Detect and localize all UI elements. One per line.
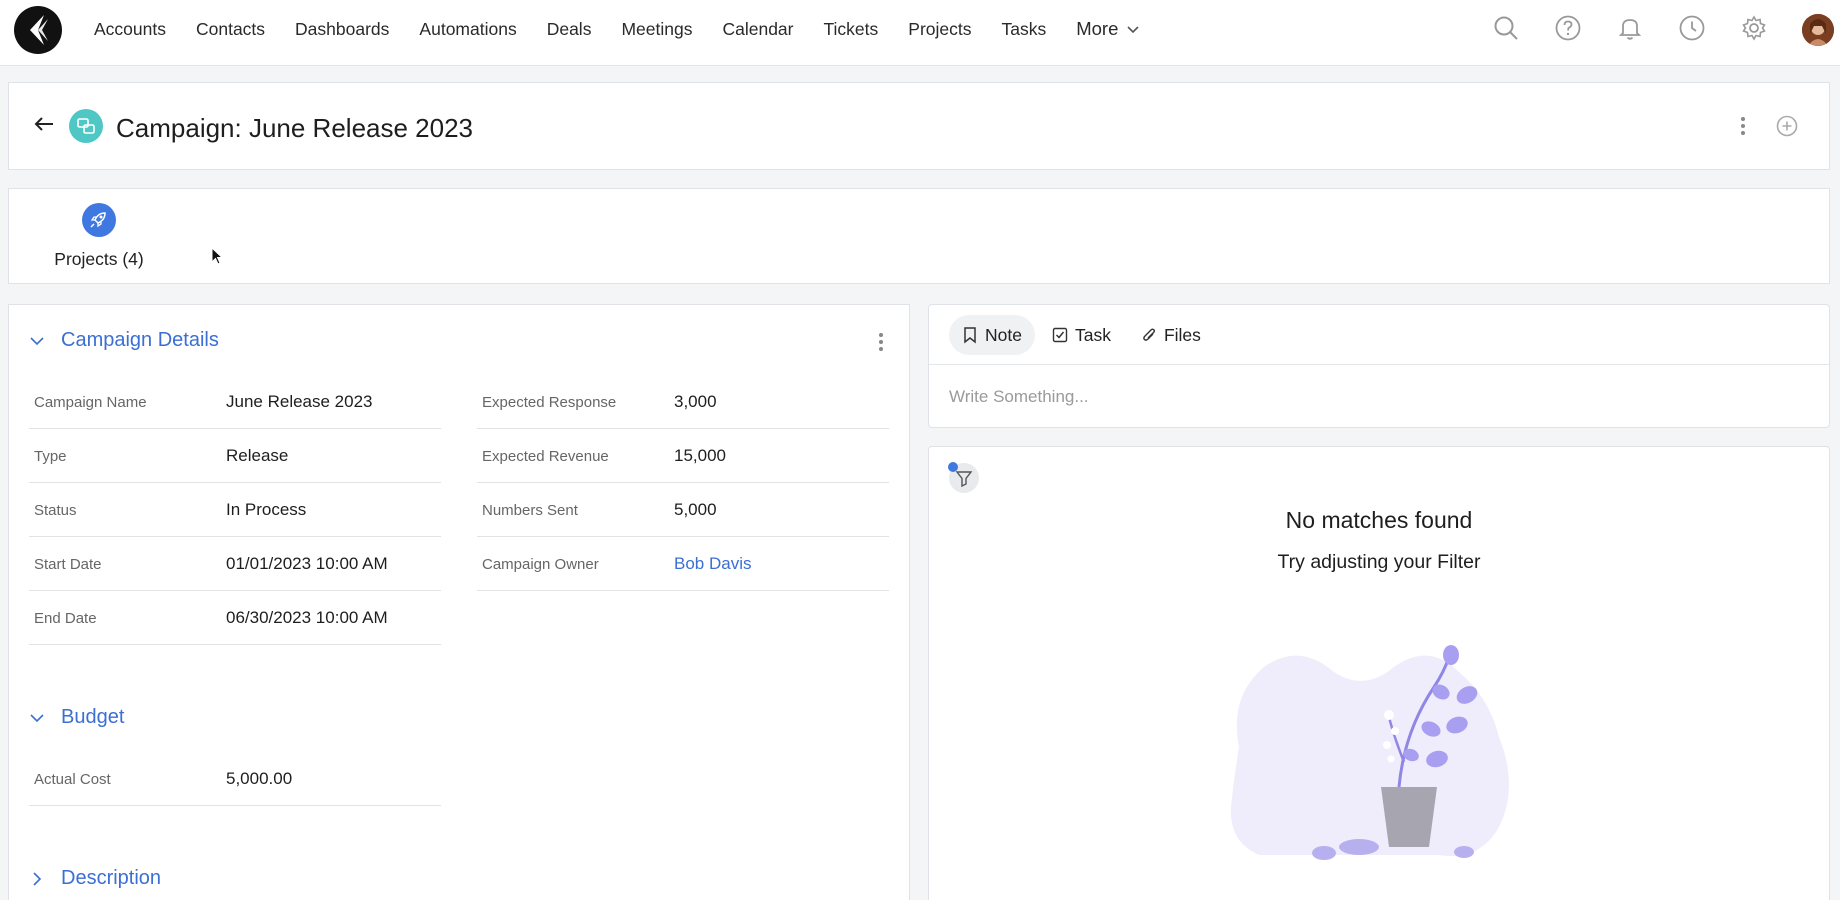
bell-icon[interactable] <box>1614 12 1646 44</box>
details-more-options-icon[interactable] <box>871 329 891 355</box>
field-value: In Process <box>226 500 307 519</box>
help-icon[interactable] <box>1552 12 1584 44</box>
field-value: 3,000 <box>674 392 717 411</box>
field-value: 15,000 <box>674 446 726 465</box>
field-label: Start Date <box>34 556 102 573</box>
nav-item-accounts[interactable]: Accounts <box>94 19 166 40</box>
field-campaign-name[interactable]: Campaign Name June Release 2023 <box>29 375 441 429</box>
mouse-cursor-icon <box>211 247 224 265</box>
nav-item-dashboards[interactable]: Dashboards <box>295 19 389 40</box>
empty-state-subtitle: Try adjusting your Filter <box>1277 551 1481 573</box>
composer-divider <box>929 364 1829 365</box>
record-header: Campaign: June Release 2023 <box>8 82 1830 170</box>
bookmark-icon <box>964 327 976 344</box>
nav-item-automations[interactable]: Automations <box>419 19 516 40</box>
field-label: End Date <box>34 610 97 627</box>
nav-icon-group <box>1490 12 1800 44</box>
top-navigation: Accounts Contacts Dashboards Automations… <box>0 0 1840 66</box>
chevron-down-icon <box>30 713 44 722</box>
nav-item-tickets[interactable]: Tickets <box>824 19 879 40</box>
nav-item-deals[interactable]: Deals <box>547 19 592 40</box>
field-status[interactable]: Status In Process <box>29 483 441 537</box>
tab-files-label: Files <box>1163 324 1201 345</box>
more-options-icon[interactable] <box>1733 113 1753 139</box>
nav-item-projects[interactable]: Projects <box>908 19 971 40</box>
field-label: Expected Revenue <box>482 448 609 465</box>
avatar-image <box>1802 14 1834 46</box>
description-section-toggle[interactable]: Description <box>27 867 161 890</box>
budget-section-toggle[interactable]: Budget <box>27 706 124 729</box>
clock-icon[interactable] <box>1676 12 1708 44</box>
tab-task[interactable]: Task <box>1039 315 1124 355</box>
campaign-owner-link[interactable]: Bob Davis <box>674 554 751 574</box>
nav-more-label: More <box>1076 18 1119 39</box>
plant-illustration <box>1230 645 1509 860</box>
tab-note-label: Note <box>985 324 1022 345</box>
field-label: Campaign Owner <box>482 556 599 573</box>
campaign-icon <box>69 109 103 143</box>
field-value: Release <box>226 446 289 465</box>
logo-arrow-icon <box>30 15 48 45</box>
activity-composer: Note Task Files <box>928 304 1830 428</box>
chevron-down-icon <box>1127 26 1139 34</box>
composer-tabs: Note Task Files <box>949 315 1218 355</box>
field-type[interactable]: Type Release <box>29 429 441 483</box>
field-numbers-sent[interactable]: Numbers Sent 5,000 <box>477 483 889 537</box>
field-label: Campaign Name <box>34 394 147 411</box>
related-projects-link[interactable]: Projects (4) <box>37 203 161 273</box>
user-avatar[interactable] <box>1802 14 1834 46</box>
add-circle-icon[interactable] <box>1774 113 1800 139</box>
field-start-date[interactable]: Start Date 01/01/2023 10:00 AM <box>29 537 441 591</box>
nav-more-menu[interactable]: More <box>1076 18 1140 40</box>
field-value: 06/30/2023 10:00 AM <box>226 608 388 627</box>
field-label: Type <box>34 448 67 465</box>
back-arrow-icon[interactable] <box>31 111 57 137</box>
page-title: Campaign: June Release 2023 <box>116 113 474 143</box>
field-actual-cost[interactable]: Actual Cost 5,000.00 <box>29 752 441 806</box>
nav-menu: Accounts Contacts Dashboards Automations… <box>94 0 1140 58</box>
tab-files[interactable]: Files <box>1128 315 1214 355</box>
field-value: June Release 2023 <box>226 392 373 411</box>
search-icon[interactable] <box>1490 12 1522 44</box>
nav-item-contacts[interactable]: Contacts <box>196 19 265 40</box>
field-end-date[interactable]: End Date 06/30/2023 10:00 AM <box>29 591 441 645</box>
field-expected-revenue[interactable]: Expected Revenue 15,000 <box>477 429 889 483</box>
field-value: 5,000.00 <box>226 769 293 788</box>
campaign-details-title: Campaign Details <box>61 329 219 351</box>
field-label: Actual Cost <box>34 771 111 788</box>
field-expected-response[interactable]: Expected Response 3,000 <box>477 375 889 429</box>
field-campaign-owner[interactable]: Campaign Owner Bob Davis <box>477 537 889 591</box>
chevron-right-icon <box>33 871 42 886</box>
checkbox-icon <box>1052 327 1068 343</box>
field-label: Status <box>34 502 77 519</box>
rocket-icon <box>82 203 116 237</box>
description-title: Description <box>61 867 162 889</box>
paperclip-icon <box>1143 328 1155 341</box>
campaign-details-section-toggle[interactable]: Campaign Details <box>27 329 219 352</box>
empty-state-title: No matches found <box>1285 507 1473 533</box>
nav-item-calendar[interactable]: Calendar <box>722 19 793 40</box>
campaign-details-panel: Campaign Details Campaign Name June Rele… <box>8 304 910 900</box>
field-label: Numbers Sent <box>482 502 578 519</box>
tab-note[interactable]: Note <box>949 315 1035 355</box>
gear-icon[interactable] <box>1738 12 1770 44</box>
tab-task-label: Task <box>1074 324 1111 345</box>
budget-title: Budget <box>61 706 125 728</box>
field-value: 5,000 <box>674 500 717 519</box>
activity-timeline: No matches found Try adjusting your Filt… <box>928 446 1830 900</box>
nav-item-tasks[interactable]: Tasks <box>1002 19 1047 40</box>
field-label: Expected Response <box>482 394 617 411</box>
chevron-down-icon <box>30 336 44 345</box>
filter-active-indicator <box>948 462 958 472</box>
related-records-bar: Projects (4) <box>8 188 1830 284</box>
note-input[interactable] <box>949 379 1809 415</box>
app-logo[interactable] <box>14 6 62 54</box>
related-projects-label: Projects (4) <box>54 249 144 269</box>
field-value: 01/01/2023 10:00 AM <box>226 554 388 573</box>
nav-item-meetings[interactable]: Meetings <box>621 19 692 40</box>
